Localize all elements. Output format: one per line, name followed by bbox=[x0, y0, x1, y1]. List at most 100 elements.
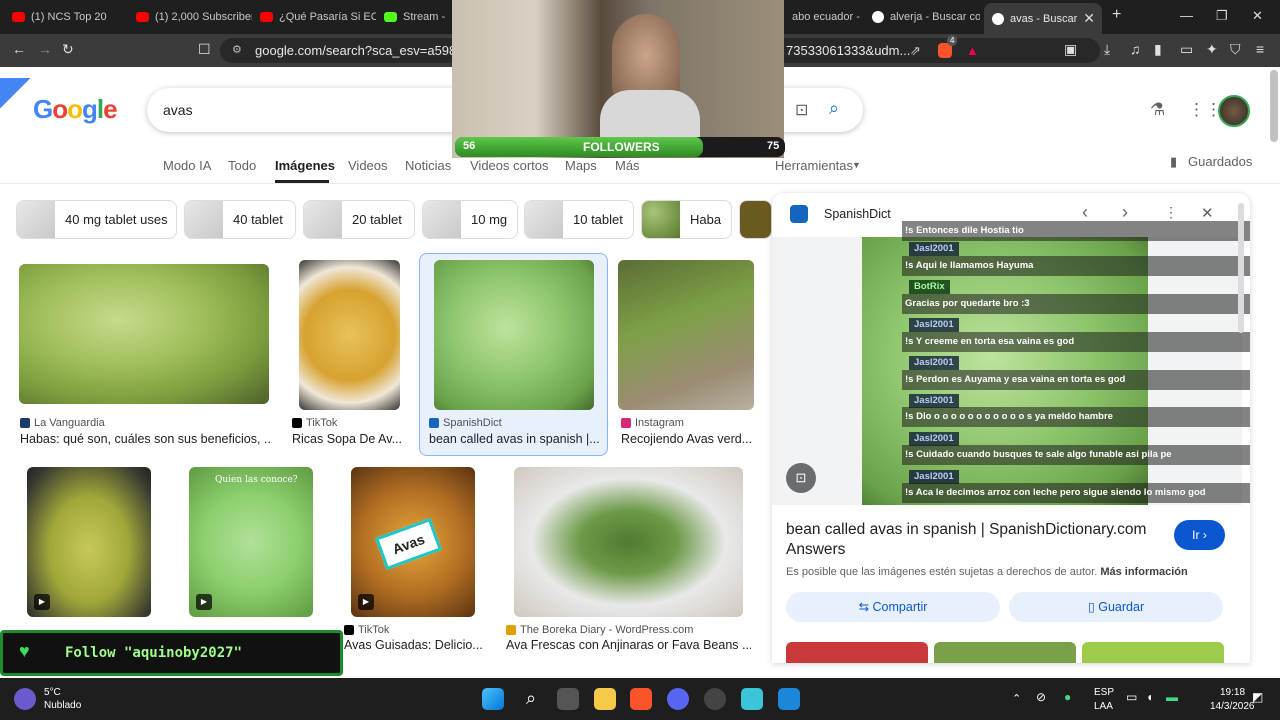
reload-icon[interactable]: ↻ bbox=[62, 41, 74, 58]
discord-icon[interactable] bbox=[667, 688, 689, 710]
result-image[interactable]: ▶ bbox=[27, 467, 151, 617]
streamer-body bbox=[600, 90, 700, 138]
more-options-icon[interactable]: ⋮ bbox=[1164, 204, 1178, 221]
brave-icon[interactable] bbox=[630, 688, 652, 710]
share-icon[interactable]: ⇗ bbox=[910, 38, 921, 63]
vpn-icon[interactable]: ⛉ bbox=[1230, 41, 1241, 58]
tab-maps[interactable]: Maps bbox=[565, 158, 597, 173]
result-title[interactable]: Ava Frescas con Anjinaras or Fava Beans … bbox=[506, 638, 751, 652]
sidebar-icon[interactable]: ▮ bbox=[1154, 41, 1162, 58]
minimize-icon[interactable]: — bbox=[1180, 8, 1193, 23]
result-image[interactable] bbox=[618, 260, 754, 410]
chip-haba[interactable]: Haba bbox=[641, 200, 732, 239]
battery-icon[interactable]: ▬ bbox=[1166, 690, 1178, 704]
volume-icon[interactable]: ◖ bbox=[1146, 690, 1153, 704]
related-image[interactable] bbox=[1082, 642, 1224, 663]
network-off-icon[interactable]: ⊘ bbox=[1036, 690, 1046, 704]
chip-10-mg[interactable]: 10 mg bbox=[422, 200, 518, 239]
chip-40-tablet[interactable]: 40 tablet bbox=[184, 200, 296, 239]
page-scrollbar[interactable] bbox=[1270, 70, 1278, 142]
tab-videos-cortos[interactable]: Videos cortos bbox=[470, 158, 549, 173]
close-icon[interactable]: ✕ bbox=[1201, 204, 1214, 222]
chip-10-tablet[interactable]: 10 tablet bbox=[524, 200, 634, 239]
avatar[interactable] bbox=[1218, 95, 1250, 127]
saved-button[interactable]: Guardados bbox=[1188, 154, 1252, 169]
result-title[interactable]: bean called avas in spanish |... bbox=[429, 432, 601, 446]
preview-title[interactable]: bean called avas in spanish | SpanishDic… bbox=[786, 520, 1156, 560]
media-icon[interactable]: ♫ bbox=[1130, 41, 1141, 57]
new-tab-icon[interactable]: + bbox=[1112, 6, 1121, 24]
file-explorer-icon[interactable] bbox=[594, 688, 616, 710]
restore-icon[interactable]: ❐ bbox=[1216, 8, 1228, 24]
chevron-up-icon[interactable]: ⌃ bbox=[1012, 692, 1021, 705]
result-image[interactable] bbox=[434, 260, 594, 410]
search-icon[interactable]: ⌕ bbox=[520, 688, 542, 710]
browser-tab[interactable]: (1) 2,000 Subscribers bbox=[128, 5, 252, 29]
browser-tab[interactable]: (1) NCS Top 20 bbox=[4, 5, 128, 29]
site-info-icon[interactable]: ⚙ bbox=[232, 38, 242, 63]
bookmark-icon: ▯ bbox=[1087, 600, 1099, 614]
previous-icon[interactable]: ‹ bbox=[1082, 202, 1088, 223]
lens-icon[interactable]: ⊡ bbox=[795, 100, 808, 120]
brave-rewards-icon[interactable]: ▲ bbox=[966, 38, 979, 63]
notepad-icon[interactable] bbox=[741, 688, 763, 710]
search-icon[interactable]: ⌕ bbox=[829, 98, 839, 119]
result-image[interactable] bbox=[19, 264, 269, 404]
chip-20-tablet[interactable]: 20 tablet bbox=[303, 200, 415, 239]
more-info-link[interactable]: Más información bbox=[1100, 566, 1187, 578]
google-logo[interactable]: Google bbox=[33, 94, 118, 125]
tab-todo[interactable]: Todo bbox=[228, 158, 256, 173]
save-button[interactable]: ▯ Guardar bbox=[1009, 592, 1223, 622]
wifi-icon[interactable]: ▭ bbox=[1126, 690, 1137, 704]
back-icon[interactable]: ← bbox=[12, 41, 26, 57]
related-image[interactable] bbox=[934, 642, 1076, 663]
result-image[interactable] bbox=[514, 467, 743, 617]
screenshot-icon[interactable]: ▣ bbox=[1064, 41, 1077, 58]
obs-icon[interactable] bbox=[704, 688, 726, 710]
browser-tab[interactable]: alverja - Buscar co bbox=[864, 5, 980, 29]
bookmark-icon[interactable]: ☐ bbox=[198, 41, 211, 58]
browser-tab-active[interactable]: avas - Buscar ✕ bbox=[984, 3, 1102, 34]
result-title[interactable]: Avas Guisadas: Delicio... bbox=[344, 638, 484, 652]
labs-icon[interactable]: ⚗ bbox=[1150, 100, 1165, 120]
tab-noticias[interactable]: Noticias bbox=[405, 158, 451, 173]
search-input[interactable]: avas bbox=[163, 102, 193, 118]
app-icon[interactable] bbox=[778, 688, 800, 710]
next-icon[interactable]: › bbox=[1122, 202, 1128, 223]
notifications-icon[interactable]: ◩ bbox=[1252, 690, 1263, 704]
panel-scrollbar[interactable] bbox=[1238, 203, 1244, 333]
close-tab-icon[interactable]: ✕ bbox=[1083, 10, 1095, 27]
chip-more[interactable] bbox=[739, 200, 772, 239]
wallet-icon[interactable]: ▭ bbox=[1180, 41, 1193, 58]
lens-search-icon[interactable]: ⊡ bbox=[786, 463, 816, 493]
share-button[interactable]: ⇆ Compartir bbox=[786, 592, 1000, 622]
tab-videos[interactable]: Videos bbox=[348, 158, 388, 173]
microphone-icon[interactable]: ● bbox=[1064, 690, 1071, 704]
result-title[interactable]: Recojiendo Avas verd... bbox=[621, 432, 757, 446]
related-image[interactable] bbox=[786, 642, 928, 663]
forward-icon[interactable]: → bbox=[38, 41, 52, 57]
browser-tab[interactable]: ¿Qué Pasaría Si EC bbox=[252, 5, 376, 29]
close-window-icon[interactable]: ✕ bbox=[1252, 8, 1263, 24]
tab-imagenes[interactable]: Imágenes bbox=[275, 158, 335, 173]
visit-button[interactable]: Ir › bbox=[1174, 520, 1225, 550]
chat-username: Jasl2001 bbox=[909, 356, 959, 370]
result-image[interactable]: Avas ▶ bbox=[351, 467, 475, 617]
menu-icon[interactable]: ≡ bbox=[1256, 41, 1264, 57]
tab-mas[interactable]: Más bbox=[615, 158, 640, 173]
result-title[interactable]: Ricas Sopa De Av... bbox=[292, 432, 404, 446]
windows-start-icon[interactable] bbox=[482, 688, 504, 710]
result-image[interactable] bbox=[299, 260, 400, 410]
task-view-icon[interactable] bbox=[557, 688, 579, 710]
apps-icon[interactable]: ⋮⋮ bbox=[1188, 100, 1222, 120]
download-icon[interactable]: ⤓ bbox=[1104, 41, 1110, 58]
tab-modo-ia[interactable]: Modo IA bbox=[163, 158, 211, 173]
tools-button[interactable]: Herramientas bbox=[775, 158, 853, 173]
result-image[interactable]: Quien las conoce? ▶ bbox=[189, 467, 313, 617]
leo-icon[interactable]: ✦ bbox=[1206, 41, 1218, 58]
weather-icon[interactable] bbox=[14, 688, 36, 710]
browser-tab[interactable]: abo ecuador - bbox=[784, 5, 864, 29]
browser-tab[interactable]: Stream - bbox=[376, 5, 456, 29]
result-title[interactable]: Habas: qué son, cuáles son sus beneficio… bbox=[20, 432, 272, 446]
chip-40mg-tablet-uses[interactable]: 40 mg tablet uses bbox=[16, 200, 177, 239]
